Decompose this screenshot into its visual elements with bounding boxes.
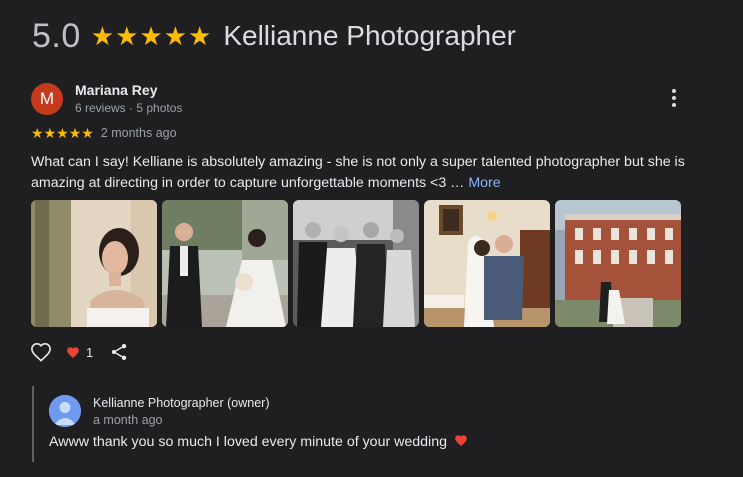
review-photo[interactable] (162, 200, 288, 327)
review-rating: ★ ★ ★ ★ ★ 2 months ago (31, 126, 177, 140)
heart-outline-icon[interactable] (30, 342, 52, 362)
reviewer-name[interactable]: Mariana Rey (75, 82, 182, 98)
owner-info: Kellianne Photographer (owner) a month a… (93, 396, 270, 427)
review-stars: ★ ★ ★ ★ ★ (31, 126, 94, 140)
star-icon: ★ (81, 125, 94, 141)
star-icon: ★ (43, 125, 57, 141)
owner-reply-body: Awww thank you so much I loved every min… (49, 434, 447, 450)
avatar[interactable]: M (31, 82, 63, 115)
reviewer-info: Mariana Rey 6 reviews · 5 photos (75, 82, 182, 115)
more-link[interactable]: More (468, 175, 500, 191)
reviewer[interactable]: M Mariana Rey 6 reviews · 5 photos (31, 82, 182, 115)
like-counter[interactable]: 1 (66, 345, 93, 360)
star-icon: ★ (56, 125, 69, 141)
star-icon: ★ (31, 125, 44, 141)
owner-avatar (49, 395, 81, 427)
reply-divider (32, 386, 34, 462)
owner-reply-text: Awww thank you so much I loved every min… (49, 434, 468, 450)
heart-filled-icon (67, 346, 79, 358)
star-icon: ★ (90, 21, 115, 51)
review-photos (31, 200, 681, 327)
review-photo[interactable] (424, 200, 550, 327)
review-photo[interactable] (293, 200, 419, 327)
review-actions: 1 (30, 342, 129, 362)
review-page: 5.0 ★ ★ ★ ★ ★ Kellianne Photographer M M… (0, 0, 743, 477)
star-icon: ★ (188, 21, 212, 51)
heart-emoji-icon (455, 435, 467, 447)
reviewer-meta: 6 reviews · 5 photos (75, 101, 183, 115)
star-icon: ★ (163, 21, 188, 51)
overall-stars: ★ ★ ★ ★ ★ (91, 23, 212, 49)
business-name: Kellianne Photographer (223, 20, 516, 51)
person-icon (49, 395, 81, 427)
owner-reply-header: Kellianne Photographer (owner) a month a… (49, 395, 270, 427)
star-icon: ★ (115, 21, 139, 51)
business-header: 5.0 ★ ★ ★ ★ ★ Kellianne Photographer (32, 14, 516, 58)
overall-rating: 5.0 (32, 16, 81, 55)
more-vert-icon[interactable] (664, 88, 684, 108)
review-photo[interactable] (555, 200, 681, 327)
star-icon: ★ (139, 21, 163, 51)
owner-reply-time: a month ago (93, 412, 163, 427)
review-photo[interactable] (31, 200, 157, 327)
star-icon: ★ (68, 125, 82, 141)
review-time: 2 months ago (100, 126, 177, 140)
like-count: 1 (86, 344, 94, 360)
review-body: What can I say! Kelliane is absolutely a… (31, 154, 685, 191)
review-text: What can I say! Kelliane is absolutely a… (31, 152, 721, 194)
share-icon[interactable] (109, 342, 129, 362)
owner-name: Kellianne Photographer (owner) (93, 395, 270, 410)
